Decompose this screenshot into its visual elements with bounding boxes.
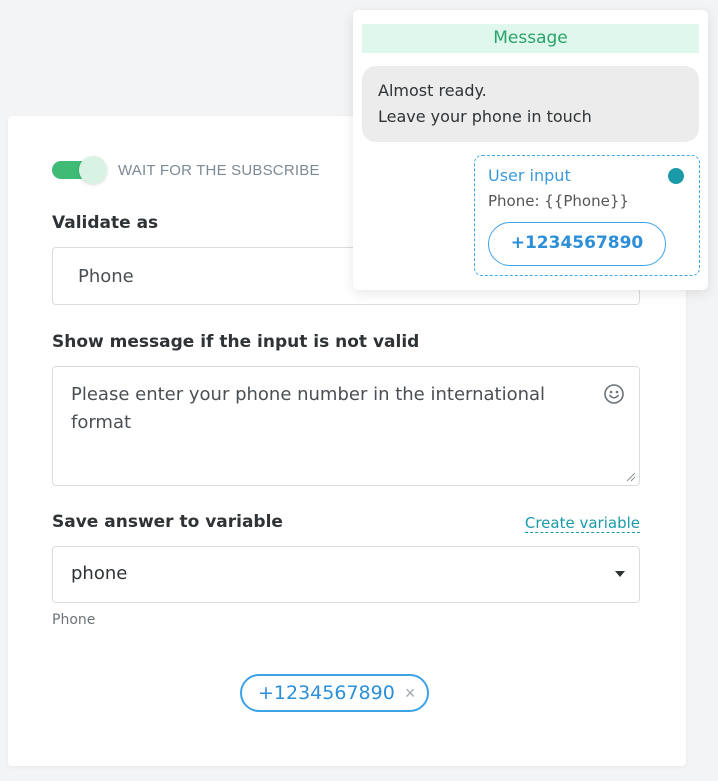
validate-as-value: Phone [78, 266, 134, 287]
quick-reply-button[interactable]: +1234567890 [488, 222, 666, 266]
toggle-knob [79, 156, 107, 184]
message-preview-card: Message Almost ready. Leave your phone i… [353, 10, 708, 290]
wait-for-subscriber-toggle[interactable] [52, 156, 107, 184]
close-icon[interactable]: × [405, 684, 416, 702]
resize-handle-icon[interactable] [626, 472, 636, 482]
bubble-line-2: Leave your phone in touch [378, 107, 592, 126]
answer-chip[interactable]: +1234567890 × [240, 674, 430, 712]
invalid-message-textarea[interactable]: Please enter your phone number in the in… [52, 366, 640, 486]
invalid-message-value: Please enter your phone number in the in… [71, 384, 546, 433]
invalid-message-title: Show message if the input is not valid [52, 332, 420, 352]
create-variable-link[interactable]: Create variable [524, 514, 640, 533]
connector-dot-icon[interactable] [665, 165, 687, 187]
chevron-down-icon [615, 571, 625, 577]
variable-hint: Phone [52, 612, 96, 628]
bubble-line-1: Almost ready. [378, 81, 487, 100]
smiley-icon[interactable] [603, 383, 625, 405]
user-input-label: User input [488, 166, 571, 185]
user-input-block[interactable]: User input Phone: {{Phone}} +1234567890 [474, 155, 700, 276]
preview-header: Message [362, 24, 699, 53]
variable-select-value: phone [71, 563, 128, 584]
save-answer-title: Save answer to variable [52, 512, 283, 532]
message-bubble: Almost ready. Leave your phone in touch [362, 66, 699, 142]
variable-select[interactable]: phone [52, 546, 640, 603]
answer-chip-value: +1234567890 [258, 682, 395, 704]
wait-toggle-label: WAIT FOR THE SUBSCRIBE [118, 161, 320, 179]
validate-as-title: Validate as [52, 213, 159, 233]
wait-for-subscriber-row: WAIT FOR THE SUBSCRIBE [52, 156, 320, 184]
phone-variable-text: Phone: {{Phone}} [488, 192, 629, 210]
